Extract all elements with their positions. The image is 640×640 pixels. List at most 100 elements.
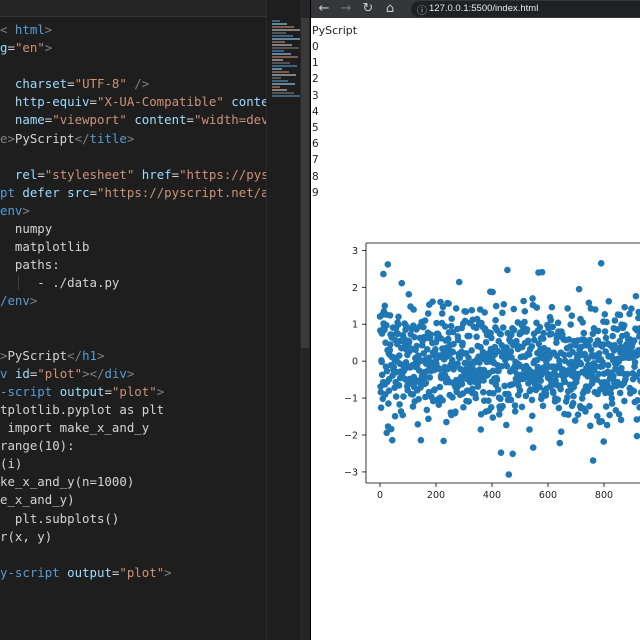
scatter-point	[548, 330, 555, 338]
minimap-line	[272, 20, 280, 22]
back-arrow-icon[interactable]: ←	[315, 0, 333, 18]
code-token: content	[134, 112, 187, 128]
forward-arrow-icon[interactable]: →	[337, 0, 355, 18]
code-line[interactable]: paths:	[0, 256, 266, 274]
code-line[interactable]: import make_x_and_y	[0, 419, 266, 437]
code-line[interactable]: charset="UTF-8" />	[0, 75, 266, 93]
code-token: =	[104, 383, 112, 399]
code-line[interactable]: name="viewport" content="width=devi	[0, 111, 266, 129]
minimap-line	[272, 68, 282, 70]
code-token: >	[22, 202, 30, 218]
code-line[interactable]: y-script output="plot">	[0, 564, 266, 582]
scatter-point	[472, 394, 480, 402]
code-token: />	[134, 76, 150, 92]
code-line[interactable]: pt defer src="https://pyscript.net/a	[0, 184, 266, 202]
editor-scrollbar-thumb[interactable]	[301, 18, 309, 348]
scatter-point	[413, 342, 420, 350]
reload-icon[interactable]: ↻	[359, 0, 377, 18]
code-token: =	[37, 166, 45, 182]
code-editor[interactable]: < html> g="en"> charset="UTF-8" /> http-e…	[0, 0, 266, 640]
code-line[interactable]: numpy	[0, 220, 266, 238]
code-token: ke_x_and_y(n=1000)	[0, 474, 135, 490]
y-tick-label: −2	[344, 431, 358, 442]
scatter-point	[526, 426, 533, 433]
code-line[interactable]: >PyScript</h1>	[0, 347, 266, 365]
code-token: name	[14, 112, 45, 128]
code-text[interactable]: < html> g="en"> charset="UTF-8" /> http-e…	[0, 21, 266, 582]
code-token: "en"	[14, 40, 45, 56]
code-token: -script	[0, 383, 53, 399]
scatter-point	[616, 311, 624, 319]
scatter-point	[439, 397, 446, 404]
scatter-point	[585, 299, 593, 307]
minimap-line	[272, 44, 292, 46]
info-icon[interactable]: ⓘ	[417, 2, 427, 17]
minimap-line	[272, 26, 294, 28]
scatter-point	[482, 339, 490, 346]
code-line[interactable]: v id="plot"></div>	[0, 365, 266, 383]
code-token: plt.subplots()	[0, 510, 120, 526]
code-token: >	[126, 365, 135, 381]
scatter-point	[557, 428, 565, 435]
code-token: href	[141, 166, 172, 182]
code-token: r(x, y)	[0, 528, 53, 544]
x-tick-label: 800	[595, 490, 613, 501]
scatter-point	[426, 374, 434, 381]
scatter-point	[503, 421, 510, 429]
scatter-point	[510, 326, 518, 334]
code-line[interactable]	[0, 329, 266, 347]
code-line[interactable]: env>	[0, 202, 266, 220]
scatter-point	[488, 334, 495, 342]
code-line[interactable]: plt.subplots()	[0, 510, 266, 528]
home-icon[interactable]: ⌂	[381, 0, 399, 18]
code-line[interactable]	[0, 57, 266, 75]
code-token: "stylesheet"	[44, 166, 135, 182]
address-bar[interactable]: ⓘ 127.0.0.1:5500/index.html	[411, 1, 640, 17]
print-output-line: 7	[312, 154, 319, 167]
code-token: ></	[82, 365, 105, 381]
code-line[interactable]	[0, 148, 266, 166]
code-line[interactable]: tplotlib.pyplot as plt	[0, 401, 266, 419]
code-line[interactable]: e>PyScript</title>	[0, 130, 266, 148]
code-token: rel	[14, 166, 38, 182]
y-tick-label: 1	[352, 320, 358, 331]
code-token: </	[67, 347, 83, 363]
scatter-point	[432, 346, 439, 353]
code-line[interactable]: rel="stylesheet" href="https://pysc	[0, 166, 266, 184]
minimap-line	[272, 80, 288, 82]
scatter-point	[485, 397, 492, 404]
scatter-point	[555, 404, 563, 412]
code-line[interactable]: g="en">	[0, 39, 266, 57]
code-line[interactable]: -script output="plot">	[0, 383, 266, 401]
scatter-point	[548, 303, 556, 311]
code-line[interactable]: matplotlib	[0, 238, 266, 256]
scatter-point	[620, 322, 628, 329]
scatter-point	[552, 372, 560, 379]
code-token: matplotlib	[0, 239, 90, 255]
code-line[interactable]: │ - ./data.py	[0, 274, 266, 292]
code-line[interactable]: http-equiv="X-UA-Compatible" conten	[0, 93, 266, 111]
code-line[interactable]	[0, 546, 266, 564]
code-line[interactable]: ke_x_and_y(n=1000)	[0, 473, 266, 491]
code-token: PyScript	[7, 347, 68, 363]
scatter-point	[497, 449, 505, 456]
code-line[interactable]: e_x_and_y)	[0, 491, 266, 509]
code-line[interactable]: < html>	[0, 21, 266, 39]
code-token: http-equiv	[14, 94, 90, 110]
x-tick-label: 0	[377, 490, 383, 501]
scatter-point	[398, 279, 406, 287]
scatter-point	[538, 268, 546, 276]
code-token: e>	[0, 130, 15, 146]
scatter-point	[589, 457, 597, 464]
code-line[interactable]: (i)	[0, 455, 266, 473]
scatter-point	[380, 270, 387, 278]
scatter-point	[391, 412, 399, 420]
scatter-point	[580, 329, 588, 337]
scatter-point	[529, 412, 536, 420]
code-line[interactable]: range(10):	[0, 437, 266, 455]
scatter-point	[505, 471, 513, 478]
code-line[interactable]: r(x, y)	[0, 528, 266, 546]
code-line[interactable]: /env>	[0, 292, 266, 310]
scatter-point	[387, 425, 395, 433]
code-line[interactable]	[0, 311, 266, 329]
